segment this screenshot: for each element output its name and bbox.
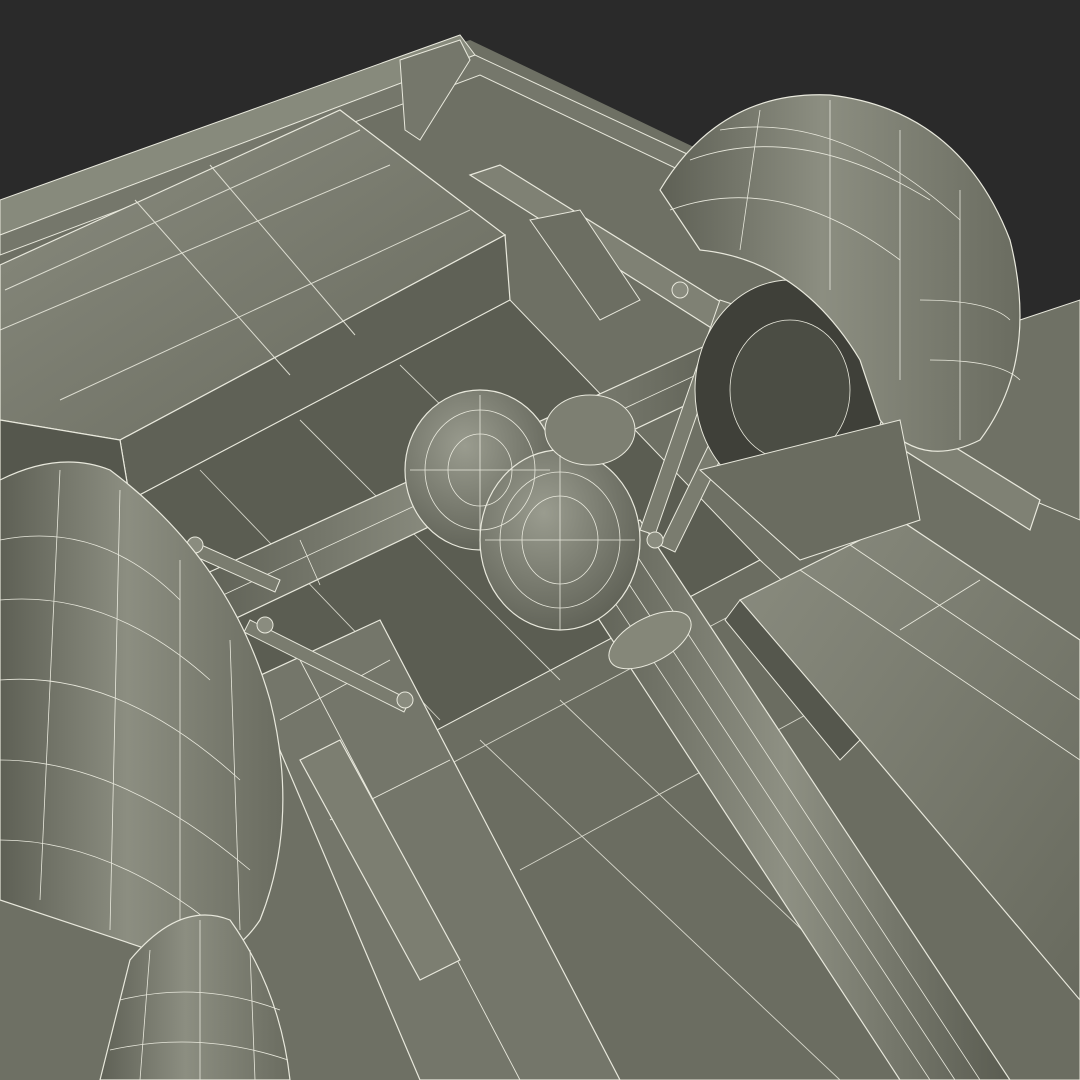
chassis-wireframe-render — [0, 0, 1080, 1080]
render-viewport — [0, 0, 1080, 1080]
